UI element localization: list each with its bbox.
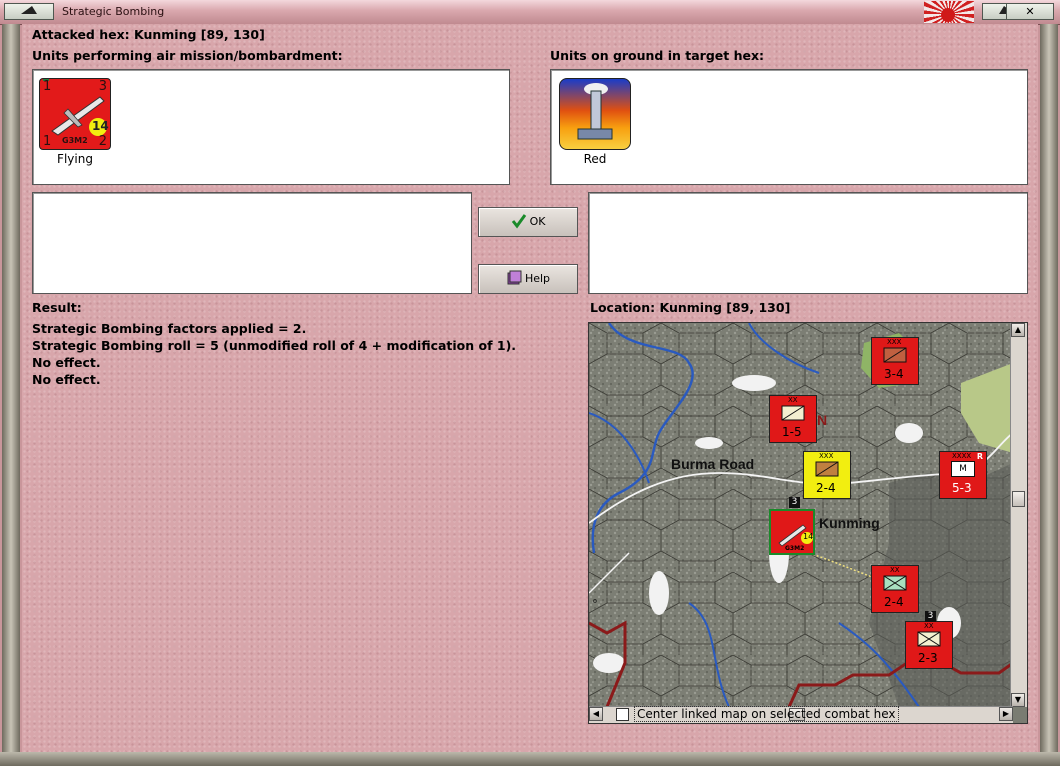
center-map-label[interactable]: Center linked map on selected combat hex	[634, 706, 899, 722]
map-air-unit-counter[interactable]: 14 G3M2	[769, 509, 815, 555]
map-label-city: Kunming	[819, 515, 880, 531]
collapse-arrow-icon	[21, 6, 37, 14]
map-unit-counter[interactable]: XXXX R M 5-3	[939, 451, 987, 499]
ok-button[interactable]: OK	[478, 207, 578, 237]
title-bar: Strategic Bombing ✕	[0, 0, 1060, 25]
air-unit-status: Flying	[57, 152, 93, 166]
help-book-icon	[507, 270, 522, 285]
ground-units-panel: Red	[550, 69, 1028, 185]
center-map-checkbox[interactable]	[616, 708, 629, 721]
checkmark-icon	[511, 214, 526, 229]
air-unit-counter[interactable]: 1 3 1 2 14 G3M2	[39, 78, 111, 150]
air-unit-bottom-left: 1	[43, 134, 52, 149]
svg-text:o: o	[593, 598, 597, 605]
armor-symbol-icon	[815, 461, 839, 477]
map-unit-counter[interactable]: XXX 3-4	[871, 337, 919, 385]
infantry-symbol-icon	[917, 631, 941, 647]
armor-symbol-icon	[883, 347, 907, 363]
scroll-up-icon[interactable]: ▲	[1011, 323, 1025, 337]
map-vertical-scrollbar[interactable]: ▲ ▼	[1010, 323, 1027, 707]
frame-right	[1040, 24, 1058, 754]
result-line: Strategic Bombing roll = 5 (unmodified r…	[32, 338, 517, 353]
air-unit-badge: 14	[92, 119, 109, 133]
map-unit-counter[interactable]: XX 1-5	[769, 395, 817, 443]
reserve-flag: R	[976, 452, 983, 461]
mech-symbol-icon: M	[951, 461, 975, 477]
result-line: Strategic Bombing factors applied = 2.	[32, 321, 307, 336]
air-unit-type: G3M2	[62, 136, 88, 145]
vertical-scroll-thumb[interactable]	[1012, 491, 1025, 507]
scroll-right-icon[interactable]: ▶	[999, 707, 1013, 721]
air-unit-bottom-right: 2	[98, 134, 107, 149]
result-heading: Result:	[32, 300, 82, 315]
map-label-partial: N	[817, 412, 827, 428]
infantry-symbol-icon	[781, 405, 805, 421]
result-line: No effect.	[32, 355, 101, 370]
map-unit-counter[interactable]: XXX 2-4	[803, 451, 851, 499]
air-unit-top-right: 3	[98, 79, 107, 94]
ground-unit-caption: Red	[583, 152, 607, 166]
ground-units-heading: Units on ground in target hex:	[550, 48, 765, 63]
air-unit-top-left: 1	[43, 79, 52, 94]
close-button[interactable]: ✕	[1006, 3, 1054, 20]
location-map[interactable]: Burma Road Kunming N o XXX 3-4 XX 1-5 XX…	[588, 322, 1028, 724]
map-unit-counter[interactable]: XX 2-4	[871, 565, 919, 613]
location-label: Location: Kunming [89, 130]	[590, 300, 791, 315]
rising-sun-flag-icon	[924, 1, 974, 23]
collapse-button[interactable]	[4, 3, 54, 20]
stack-count-badge: 3	[789, 497, 800, 508]
scroll-left-icon[interactable]: ◀	[589, 707, 603, 721]
factory-chimney-icon	[577, 83, 613, 140]
result-line: No effect.	[32, 372, 101, 387]
stack-count-badge: 3	[925, 611, 936, 622]
ground-detail-panel	[588, 192, 1028, 294]
air-units-panel: 1 3 1 2 14 G3M2 Flying	[32, 69, 510, 185]
ground-unit-counter[interactable]	[559, 78, 631, 150]
map-unit-counter[interactable]: XX 2-3	[905, 621, 953, 669]
map-label-road: Burma Road	[671, 456, 754, 472]
dialog-body: Attacked hex: Kunming [89, 130] Units pe…	[22, 24, 1038, 752]
air-detail-panel	[32, 192, 472, 294]
frame-left	[2, 24, 20, 754]
attacked-hex-label: Attacked hex: Kunming [89, 130]	[32, 27, 265, 42]
scroll-down-icon[interactable]: ▼	[1011, 693, 1025, 707]
mountain-symbol-icon	[883, 575, 907, 591]
close-icon: ✕	[1025, 5, 1035, 18]
air-units-heading: Units performing air mission/bombardment…	[32, 48, 343, 63]
help-button[interactable]: Help	[478, 264, 578, 294]
ok-label: OK	[529, 215, 546, 228]
frame-bottom	[0, 752, 1060, 766]
help-label: Help	[524, 272, 551, 285]
window-title: Strategic Bombing	[62, 5, 165, 18]
